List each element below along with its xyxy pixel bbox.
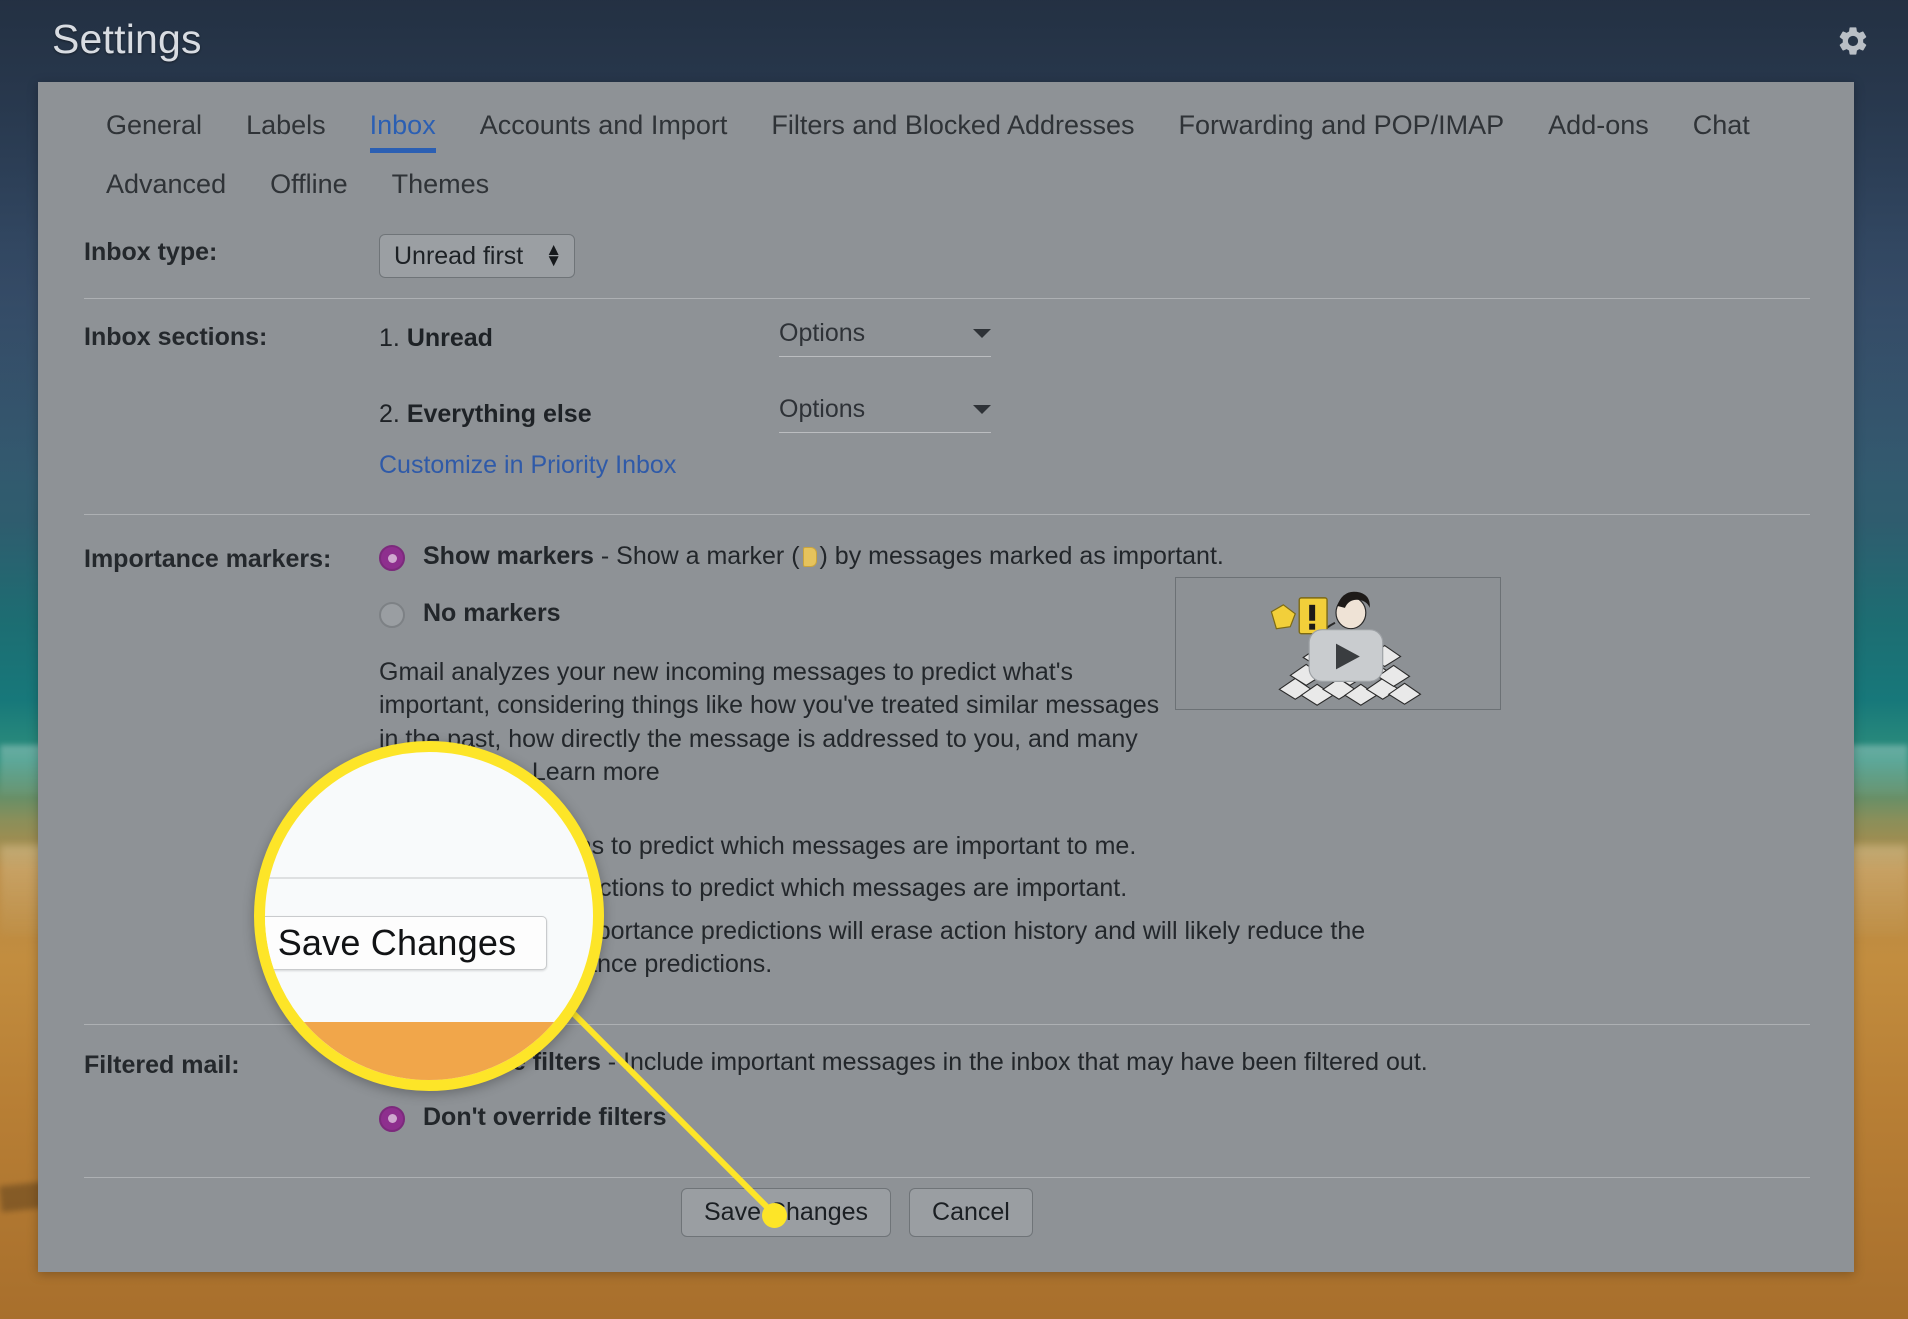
tab-themes[interactable]: Themes [370, 163, 512, 210]
inbox-section-1-options-dropdown[interactable]: Options [779, 319, 991, 357]
cancel-button[interactable]: Cancel [909, 1188, 1033, 1237]
radio-show-markers-text: Show markers - Show a marker ( ) by messa… [423, 541, 1224, 572]
settings-tab-bar: General Labels Inbox Accounts and Import… [38, 82, 1854, 210]
dont-override-filters-label: Don't override filters [423, 1102, 667, 1131]
tab-forwarding-and-pop-imap[interactable]: Forwarding and POP/IMAP [1157, 104, 1527, 157]
magnifier-orange-band [265, 1022, 593, 1080]
inbox-section-2-name: 2. Everything else [379, 400, 779, 429]
inbox-section-2-options-dropdown[interactable]: Options [779, 395, 991, 433]
tab-row-primary: General Labels Inbox Accounts and Import… [38, 104, 1854, 157]
select-arrows-icon: ▲ ▼ [545, 240, 563, 270]
inbox-section-2-options-label: Options [779, 395, 866, 423]
settings-action-buttons: Save Changes Cancel [84, 1178, 1810, 1237]
magnified-save-changes-button[interactable]: Save Changes [265, 916, 547, 970]
importance-markers-label: Importance markers: [84, 545, 332, 573]
inbox-type-content: Unread first ▲ ▼ [379, 234, 1810, 278]
radio-show-markers[interactable] [379, 545, 405, 571]
tab-row-secondary: Advanced Offline Themes [38, 157, 1854, 210]
radio-no-markers[interactable] [379, 602, 405, 629]
no-markers-label: No markers [423, 599, 561, 628]
radio-no-markers-text: No markers [423, 598, 561, 629]
setting-row-inbox-type: Inbox type: Unread first ▲ ▼ [84, 214, 1810, 298]
inbox-section-2-title: Everything else [406, 399, 592, 428]
magnifier-divider-line [265, 877, 593, 879]
inbox-sections-content: 1. Unread Options 2. Everything else Opt… [379, 319, 1810, 480]
inbox-section-1-name: 1. Unread [379, 324, 779, 353]
show-markers-rest-b: ) by messages marked as important. [819, 542, 1224, 570]
radio-show-markers-row: Show markers - Show a marker ( ) by messa… [379, 541, 1810, 572]
inbox-type-value: Unread first [394, 241, 524, 270]
inbox-type-select[interactable]: Unread first ▲ ▼ [379, 234, 576, 278]
radio-no-markers-row: No markers [379, 598, 1810, 629]
show-markers-rest-a: - Show a marker ( [593, 542, 800, 570]
radio-dont-override-filters-row: Don't override filters [379, 1102, 1810, 1133]
inbox-section-2-index: 2. [379, 399, 400, 428]
tab-inbox[interactable]: Inbox [348, 104, 458, 157]
inbox-section-1-title: Unread [406, 323, 493, 352]
customize-in-priority-inbox-link[interactable]: Customize in Priority Inbox [379, 451, 1810, 480]
show-markers-bold: Show markers [423, 542, 594, 570]
tab-general[interactable]: General [84, 104, 224, 157]
tab-labels[interactable]: Labels [224, 104, 348, 157]
priority-inbox-video-thumbnail[interactable] [1175, 577, 1501, 710]
tab-chat[interactable]: Chat [1671, 104, 1772, 157]
page-title: Settings [52, 16, 202, 62]
inbox-section-1-index: 1. [379, 323, 400, 352]
tab-add-ons[interactable]: Add-ons [1526, 104, 1671, 157]
magnifier-ring: Save Changes [254, 741, 604, 1091]
top-bar: Settings [0, 0, 1908, 82]
inbox-sections-label: Inbox sections: [84, 323, 268, 351]
tab-filters-and-blocked-addresses[interactable]: Filters and Blocked Addresses [749, 104, 1156, 157]
importance-marker-icon [802, 547, 817, 567]
radio-dont-override-filters[interactable] [379, 1105, 405, 1132]
gear-icon[interactable] [1834, 22, 1872, 60]
inbox-section-item: 1. Unread Options [379, 319, 1810, 357]
inbox-section-1-options-label: Options [779, 319, 866, 347]
chevron-down-icon [973, 329, 991, 338]
tab-advanced[interactable]: Advanced [84, 163, 248, 210]
inbox-type-label: Inbox type: [84, 238, 218, 266]
magnifier-callout: Save Changes [254, 741, 604, 1091]
chevron-down-icon [973, 405, 991, 414]
override-filters-rest: - Include important messages in the inbo… [600, 1047, 1428, 1076]
tab-accounts-and-import[interactable]: Accounts and Import [458, 104, 750, 157]
callout-pointer-dot [762, 1203, 787, 1228]
radio-dont-override-filters-text: Don't override filters [423, 1102, 667, 1133]
tab-offline[interactable]: Offline [248, 163, 370, 210]
setting-row-inbox-sections: Inbox sections: 1. Unread Options 2. Eve… [84, 299, 1810, 500]
inbox-section-item: 2. Everything else Options [379, 395, 1810, 433]
settings-panel: General Labels Inbox Accounts and Import… [38, 82, 1854, 1272]
